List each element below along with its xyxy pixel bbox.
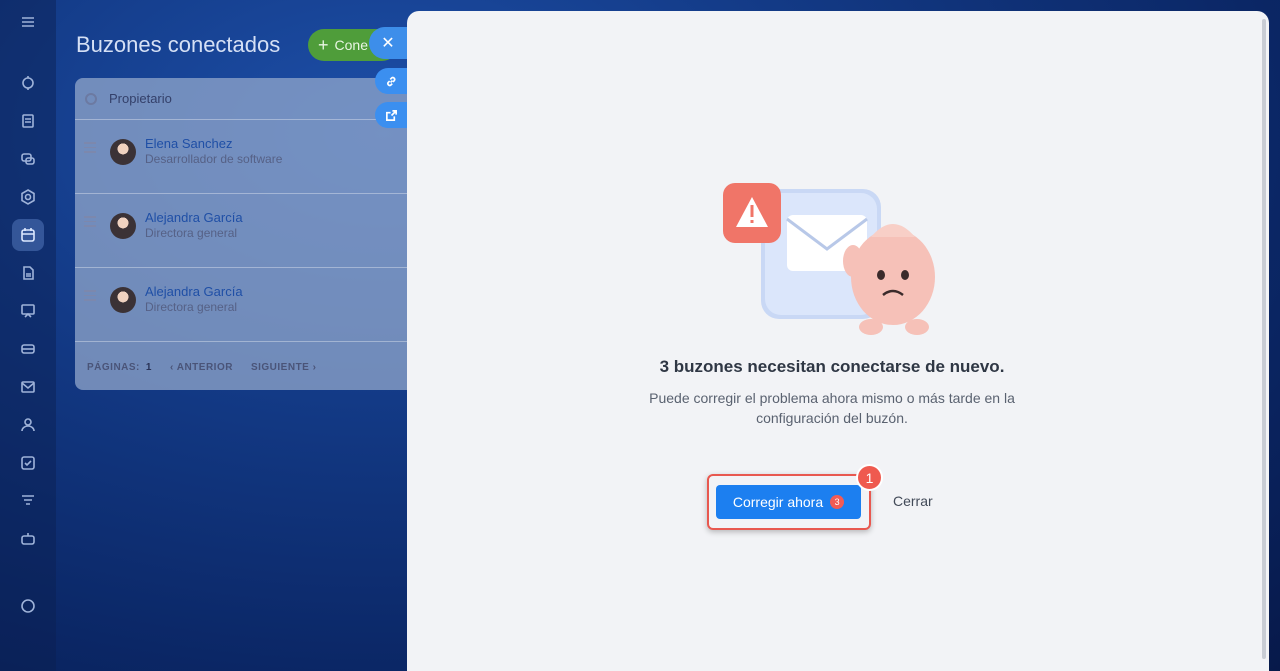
scrollbar[interactable] — [1262, 19, 1266, 659]
hexagon-icon[interactable] — [12, 181, 44, 213]
dialog-description: Puede corregir el problema ahora mismo o… — [649, 390, 1015, 426]
avatar — [110, 287, 136, 313]
fix-now-label: Corregir ahora — [732, 494, 824, 510]
help-icon[interactable] — [12, 590, 44, 622]
prev-page-link[interactable]: ‹ ANTERIOR — [170, 362, 233, 373]
open-new-window-button[interactable] — [375, 102, 407, 128]
plus-icon: + — [318, 34, 329, 55]
table-header: Propietario — [75, 78, 415, 120]
owner-role: Directora general — [145, 226, 238, 240]
fix-now-button[interactable]: Corregir ahora 3 — [716, 485, 861, 519]
chat-icon[interactable] — [12, 143, 44, 175]
avatar — [110, 213, 136, 239]
users-icon[interactable] — [12, 409, 44, 441]
reconnect-slider: 3 buzones necesitan conectarse de nuevo.… — [407, 11, 1269, 671]
pager: PÁGINAS: 1 ‹ ANTERIOR SIGUIENTE › — [87, 362, 316, 373]
drag-handle-icon[interactable] — [84, 216, 96, 230]
calendar-icon[interactable] — [12, 219, 44, 251]
gear-icon[interactable] — [85, 92, 97, 105]
broken-mailbox-illustration — [723, 183, 935, 335]
drag-handle-icon[interactable] — [84, 290, 96, 304]
prev-page-label: ANTERIOR — [176, 362, 233, 373]
dialog-title: 3 buzones necesitan conectarse de nuevo. — [659, 357, 1005, 376]
link-icon — [386, 76, 395, 86]
owner-name[interactable]: Alejandra García — [145, 284, 243, 299]
table-row[interactable]: Alejandra García Directora general — [75, 194, 415, 268]
owner-name[interactable]: Alejandra García — [145, 210, 243, 225]
document-icon[interactable] — [12, 105, 44, 137]
fix-count-badge: 3 — [830, 495, 845, 509]
add-mailbox-label: Cone — [334, 37, 368, 53]
owner-role: Directora general — [145, 300, 238, 314]
board-icon[interactable] — [12, 295, 44, 327]
close-dialog-link[interactable]: Cerrar — [893, 493, 933, 509]
file-icon[interactable] — [12, 257, 44, 289]
filter-icon[interactable] — [12, 485, 44, 517]
owner-role: Desarrollador de software — [145, 152, 283, 166]
avatar — [110, 139, 136, 165]
tasks-icon[interactable] — [12, 447, 44, 479]
copy-link-button[interactable] — [375, 68, 407, 94]
tutorial-step-badge: 1 — [856, 464, 883, 491]
feed-icon[interactable] — [12, 67, 44, 99]
page-title: Buzones conectados — [76, 32, 281, 57]
owner-column-header: Propietario — [109, 91, 172, 106]
table-row[interactable]: Alejandra García Directora general — [75, 268, 415, 342]
external-link-icon — [385, 109, 397, 121]
mail-icon[interactable] — [12, 371, 44, 403]
close-icon: ✕ — [381, 35, 395, 52]
pages-label: PÁGINAS: — [87, 362, 140, 373]
next-page-label: SIGUIENTE — [250, 362, 310, 373]
mailbox-table: Propietario Elena Sanchez Desarrollador … — [75, 78, 415, 390]
table-row[interactable]: Elena Sanchez Desarrollador de software — [75, 120, 415, 194]
drag-handle-icon[interactable] — [84, 142, 96, 156]
robot-icon[interactable] — [12, 523, 44, 555]
inbox-icon[interactable] — [12, 333, 44, 365]
close-slider-button[interactable]: ✕ — [369, 27, 407, 59]
next-page-link[interactable]: SIGUIENTE › — [251, 362, 317, 373]
page-number[interactable]: 1 — [146, 362, 152, 373]
owner-name[interactable]: Elena Sanchez — [145, 136, 232, 151]
menu-icon[interactable] — [12, 6, 44, 38]
left-sidebar — [0, 0, 56, 671]
